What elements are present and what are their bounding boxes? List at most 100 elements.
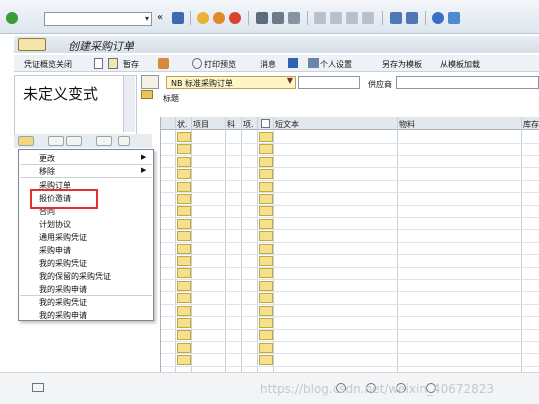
menu-item-schedule-agreement[interactable]: 计划协议 — [39, 219, 71, 230]
menu-item-general-purchasing-doc[interactable]: 通用采购凭证 — [39, 232, 87, 243]
check-icon[interactable] — [158, 58, 169, 69]
item-category-cell[interactable] — [259, 206, 273, 217]
item-category-cell[interactable] — [259, 243, 273, 254]
document-number-field[interactable] — [298, 76, 360, 89]
shortcut-icon[interactable] — [406, 12, 418, 24]
status-cell[interactable] — [177, 268, 191, 279]
header-section[interactable]: 标题 — [141, 92, 539, 104]
item-category-cell[interactable] — [259, 169, 273, 180]
back-history-button[interactable]: « — [157, 12, 163, 23]
new-doc-icon[interactable] — [94, 58, 103, 69]
status-cell[interactable] — [177, 231, 191, 242]
status-cell[interactable] — [177, 293, 191, 304]
left-panel-scrollbar[interactable] — [123, 76, 135, 132]
find-icon[interactable] — [272, 12, 284, 24]
status-display-icon[interactable] — [32, 383, 44, 392]
doc-overview-off-button[interactable]: 凭证概览关闭 — [24, 59, 72, 70]
document-type-select[interactable]: NB 标准采购订单 ▼ — [166, 76, 296, 89]
item-category-cell[interactable] — [259, 231, 273, 242]
column-storage[interactable]: 库存 — [523, 119, 539, 130]
new-session-icon[interactable] — [390, 12, 402, 24]
find-next-icon[interactable] — [288, 12, 300, 24]
item-category-cell[interactable] — [259, 268, 273, 279]
previous-page-icon[interactable] — [330, 12, 342, 24]
column-item-category[interactable]: 项. — [243, 119, 254, 130]
item-category-cell[interactable] — [259, 256, 273, 266]
more-icon[interactable] — [118, 136, 130, 146]
menu-item-my-purchase-requisitions[interactable]: 我的采购申请 — [39, 284, 87, 295]
status-cell[interactable] — [177, 218, 191, 229]
last-page-icon[interactable] — [362, 12, 374, 24]
column-material[interactable]: 物料 — [399, 119, 415, 130]
first-page-icon[interactable] — [314, 12, 326, 24]
menu-item-my-purchase-requisitions-2[interactable]: 我的采购申请 — [39, 310, 87, 321]
info-icon[interactable] — [288, 58, 298, 68]
status-cell[interactable] — [177, 330, 191, 341]
item-category-cell[interactable] — [259, 305, 273, 316]
column-short-text[interactable]: 短文本 — [275, 119, 299, 130]
item-category-cell[interactable] — [259, 144, 273, 155]
personal-settings-button[interactable]: 个人设置 — [320, 59, 352, 70]
list-icon[interactable] — [48, 136, 64, 146]
enter-icon[interactable] — [6, 12, 18, 24]
column-item[interactable]: 项目 — [193, 119, 209, 130]
status-cell[interactable] — [177, 144, 191, 155]
column-config-icon[interactable] — [261, 119, 270, 128]
status-cell[interactable] — [177, 169, 191, 180]
cancel-icon[interactable] — [229, 12, 241, 24]
item-category-cell[interactable] — [259, 181, 273, 192]
status-cell[interactable] — [177, 206, 191, 217]
status-cell[interactable] — [177, 342, 191, 353]
document-overview-panel: 未定义变式 — [14, 75, 137, 135]
other-doc-icon[interactable] — [108, 58, 118, 69]
messages-button[interactable]: 消息 — [260, 59, 276, 70]
selection-variant-icon[interactable] — [18, 136, 34, 146]
menu-item-change[interactable]: 更改 — [39, 153, 55, 164]
item-category-cell[interactable] — [259, 293, 273, 304]
item-category-cell[interactable] — [259, 280, 273, 291]
status-cell[interactable] — [177, 156, 191, 167]
left-panel-toolbar — [14, 134, 152, 148]
status-cell[interactable] — [177, 355, 191, 366]
menu-item-purchase-requisition[interactable]: 采购申请 — [39, 245, 71, 256]
menu-item-my-held-purchasing-docs[interactable]: 我的保留的采购凭证 — [39, 271, 111, 282]
item-category-cell[interactable] — [259, 330, 273, 341]
item-category-cell[interactable] — [259, 342, 273, 353]
item-category-cell[interactable] — [259, 156, 273, 167]
item-category-cell[interactable] — [259, 318, 273, 328]
status-cell[interactable] — [177, 318, 191, 328]
vendor-field[interactable] — [396, 76, 539, 89]
save-icon[interactable] — [172, 12, 184, 24]
status-cell[interactable] — [177, 132, 191, 142]
next-page-icon[interactable] — [346, 12, 358, 24]
status-cell[interactable] — [177, 256, 191, 266]
status-cell[interactable] — [177, 280, 191, 291]
layout-menu-icon[interactable] — [448, 12, 460, 24]
item-category-cell[interactable] — [259, 355, 273, 366]
status-cell[interactable] — [177, 181, 191, 192]
help-icon[interactable] — [432, 12, 444, 24]
save-as-template-button[interactable]: 另存为模板 — [382, 59, 422, 70]
print-icon[interactable] — [256, 12, 268, 24]
item-category-cell[interactable] — [259, 194, 273, 204]
status-cell[interactable] — [177, 305, 191, 316]
find-icon[interactable] — [96, 136, 112, 146]
refresh-icon[interactable] — [66, 136, 82, 146]
column-status[interactable]: 状. — [177, 119, 188, 130]
load-from-template-button[interactable]: 从模板加载 — [440, 59, 480, 70]
menu-item-my-purchasing-docs-2[interactable]: 我的采购凭证 — [39, 297, 87, 308]
exit-icon[interactable] — [213, 12, 225, 24]
status-cell[interactable] — [177, 243, 191, 254]
cart-icon[interactable] — [141, 75, 159, 89]
column-account[interactable]: 科 — [227, 119, 235, 130]
item-category-cell[interactable] — [259, 132, 273, 142]
navigation-toggle-icon[interactable] — [18, 38, 46, 51]
command-field[interactable]: ▾ — [44, 12, 152, 26]
item-category-cell[interactable] — [259, 218, 273, 229]
status-cell[interactable] — [177, 194, 191, 204]
print-preview-button[interactable]: 打印预览 — [204, 59, 236, 70]
menu-item-my-purchasing-docs[interactable]: 我的采购凭证 — [39, 258, 87, 269]
menu-item-remove[interactable]: 移除 — [39, 166, 55, 177]
hold-button[interactable]: 暂存 — [123, 59, 139, 70]
back-icon[interactable] — [197, 12, 209, 24]
